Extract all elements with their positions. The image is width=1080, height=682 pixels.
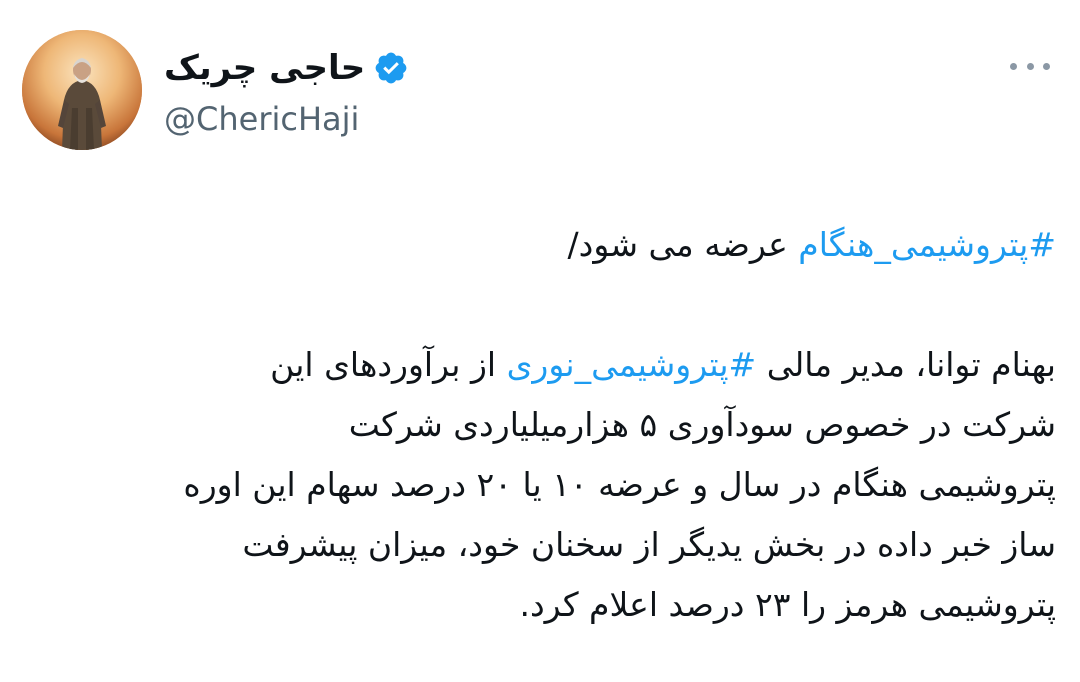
tweet-line-1-text: عرضه می شود/ [567,225,799,264]
tweet-line-1: #پتروشیمی_هنگام عرضه می شود/ [46,215,1056,275]
avatar-portrait-icon [22,30,142,150]
verified-badge-icon [373,50,409,86]
tweet-line-2-before: بهنام توانا، مدیر مالی [756,345,1056,384]
author-names: حاجی چریک @ChericHaji [164,42,409,138]
tweet-line-2-after: از برآوردهای این [270,345,507,384]
display-name[interactable]: حاجی چریک [164,48,365,88]
tweet-text: #پتروشیمی_هنگام عرضه می شود/ بهنام توانا… [46,215,1056,635]
more-dot [1010,62,1017,70]
avatar[interactable] [22,30,142,150]
tweet-line-3: شرکت در خصوص سودآوری ۵ هزارمیلیاردی شرکت [348,405,1056,444]
more-horizontal-icon[interactable] [1010,58,1050,74]
display-name-row[interactable]: حاجی چریک [164,42,409,94]
author-handle[interactable]: @ChericHaji [164,100,409,138]
more-dot [1026,62,1034,70]
tweet-line-6: پتروشیمی هرمز را ۲۳ درصد اعلام کرد. [519,585,1056,624]
tweet-header: حاجی چریک @ChericHaji [22,30,1058,154]
tweet-line-4: پتروشیمی هنگام در سال و عرضه ۱۰ یا ۲۰ در… [183,465,1056,504]
tweet-card: حاجی چریک @ChericHaji #پتروشیمی_هنگام عر… [0,0,1080,682]
tweet-line-5: ساز خبر داده در بخش یدیگر از سخنان خود، … [242,525,1056,564]
more-dot [1043,62,1050,70]
hashtag-link[interactable]: #پتروشیمی_نوری [507,345,757,384]
tweet-line-2: بهنام توانا، مدیر مالی #پتروشیمی_نوری از… [46,335,1056,395]
hashtag-link[interactable]: #پتروشیمی_هنگام [798,225,1056,264]
